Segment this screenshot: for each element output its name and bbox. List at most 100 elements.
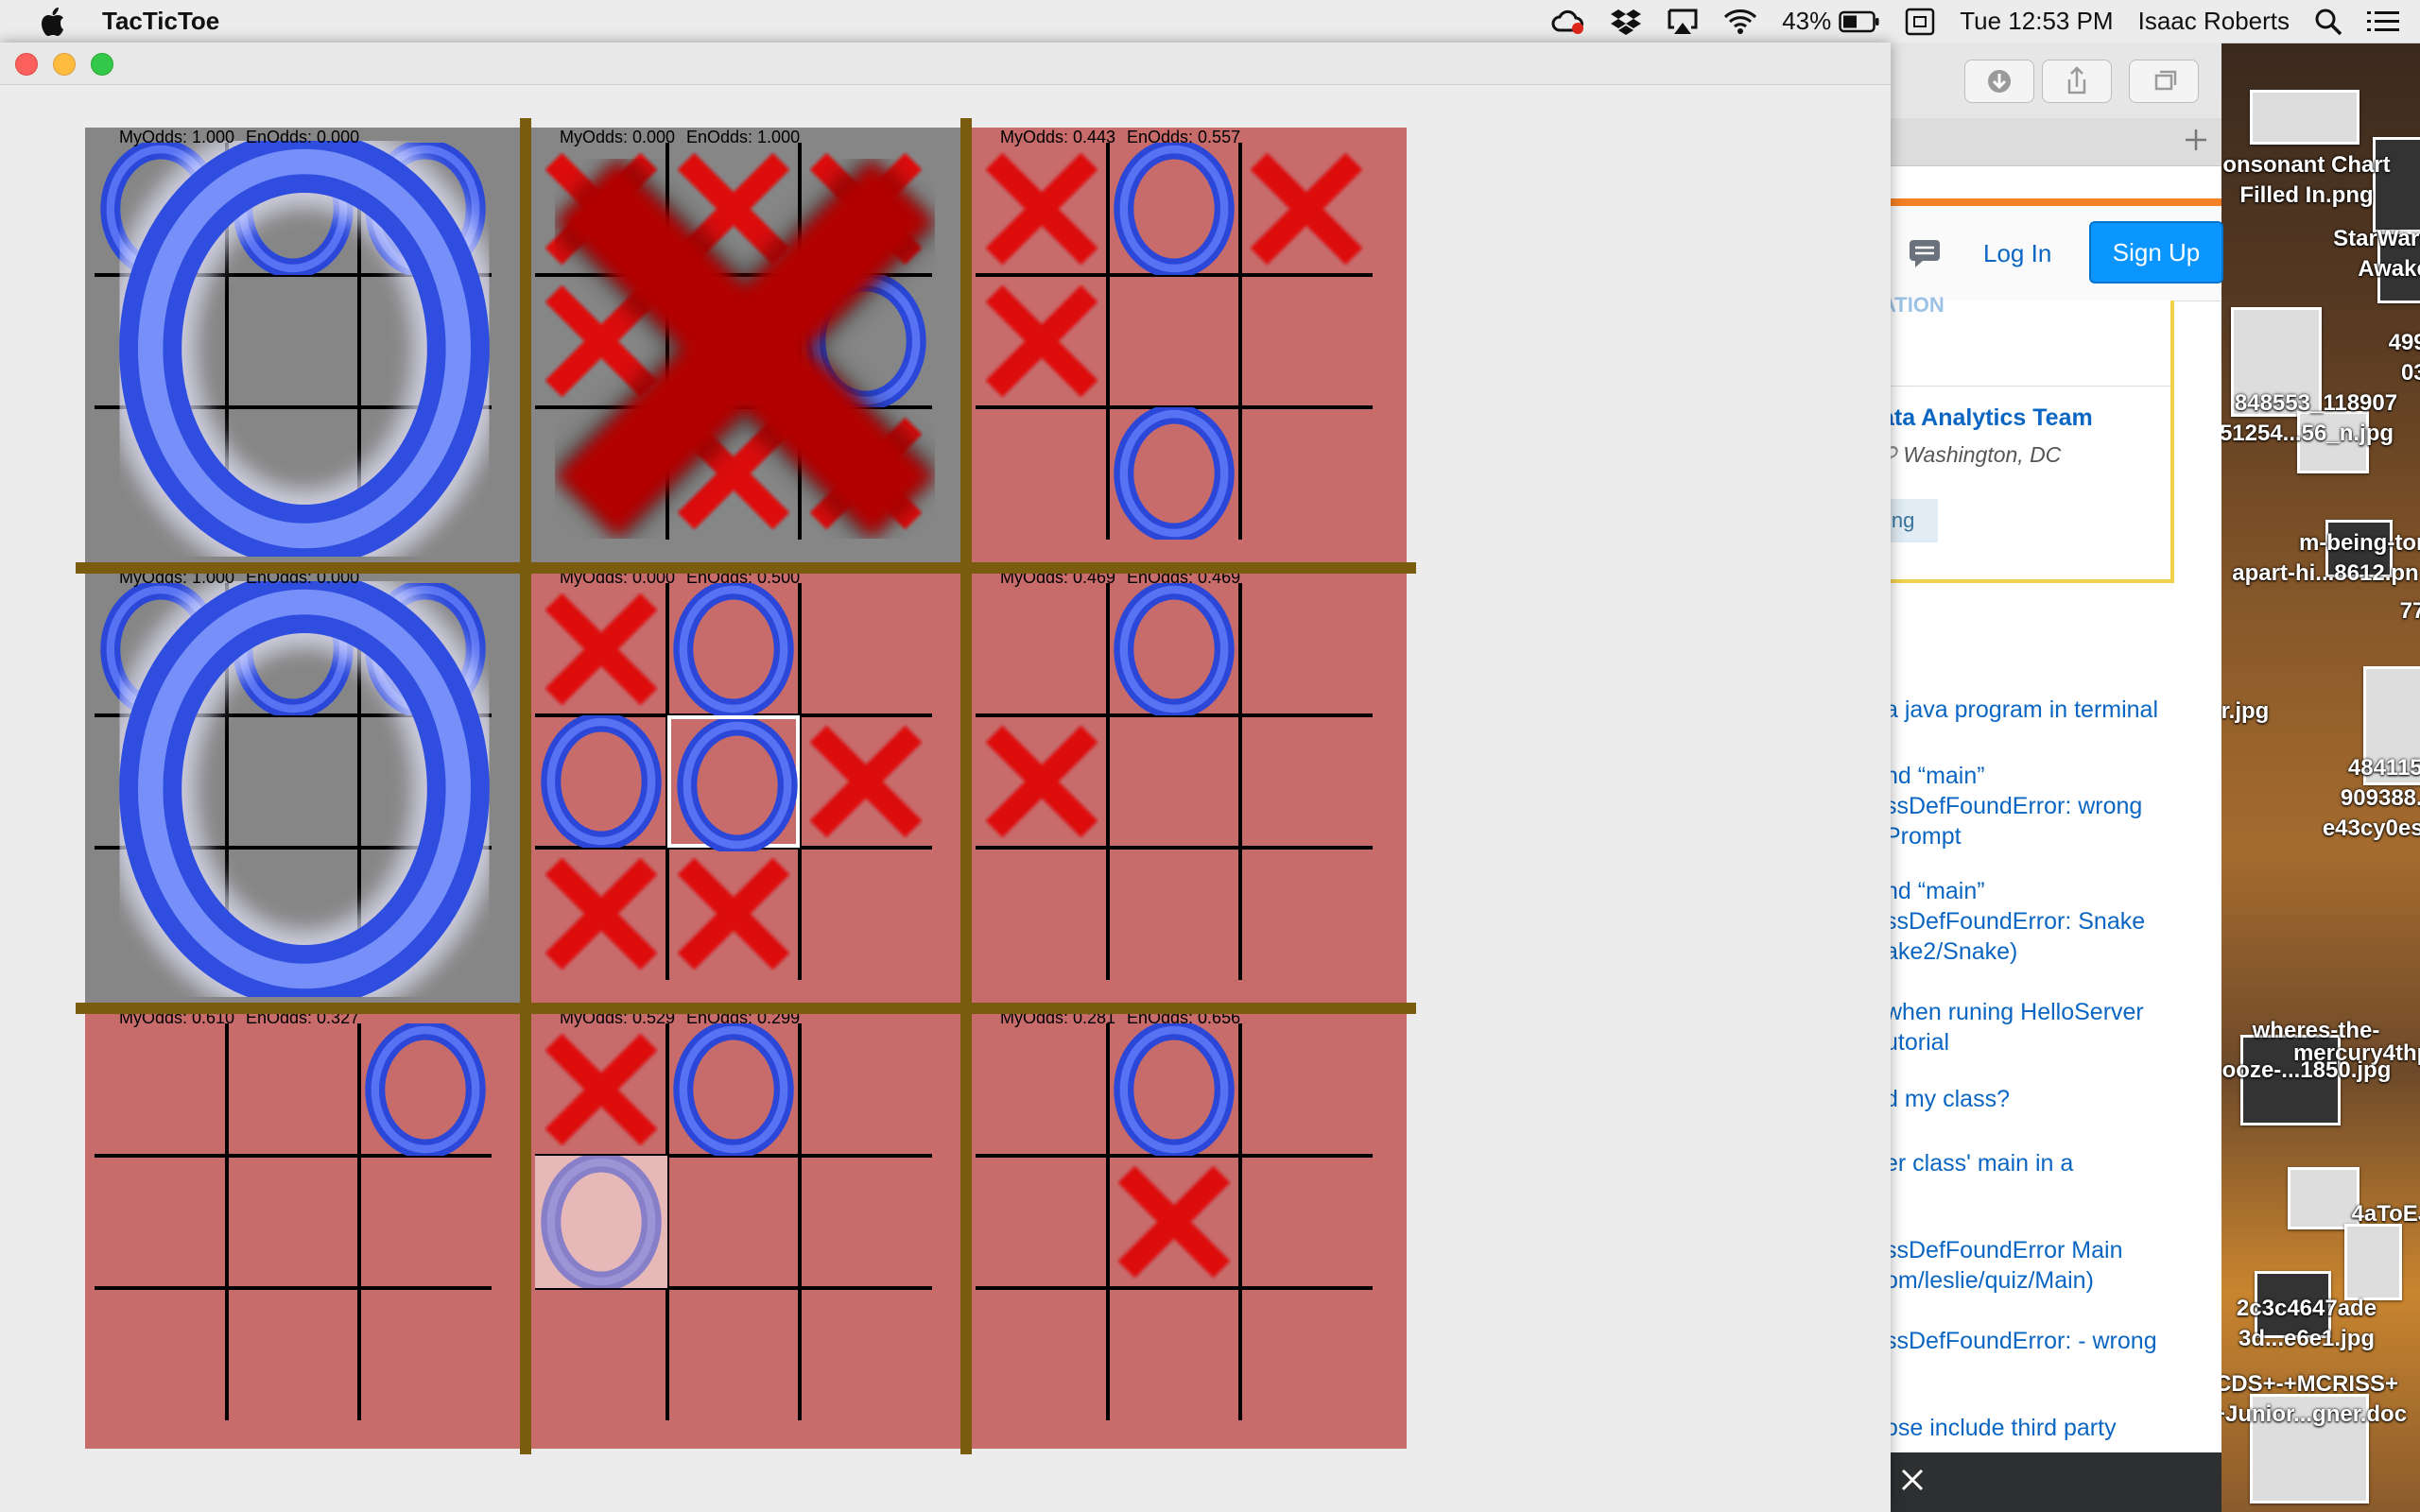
desktop-file-label[interactable]: 848553_118907 [2221, 389, 2411, 418]
desktop-file-label[interactable]: r.jpg [2212, 697, 2340, 726]
desktop-file-label[interactable]: apart-hi...8612.pn [2231, 559, 2420, 588]
airplay-icon[interactable] [1667, 8, 1699, 36]
question-link[interactable]: when runing HelloServer [1885, 997, 2144, 1027]
question-link[interactable]: ssDefFoundError Main [1885, 1235, 2122, 1265]
o-mark-cell[interactable] [667, 579, 800, 719]
empty-cell[interactable] [95, 1023, 227, 1156]
question-link[interactable]: ose include third party [1885, 1413, 2117, 1443]
desktop-file-label[interactable]: StarWarsTh [2302, 225, 2420, 253]
desktop-file-label[interactable]: 038063... [2354, 359, 2420, 387]
question-link[interactable]: er class' main in a [1885, 1148, 2073, 1178]
x-mark-cell[interactable] [1240, 143, 1373, 275]
empty-cell[interactable] [1108, 848, 1240, 980]
chat-icon[interactable] [1908, 238, 1942, 273]
question-link[interactable]: ssDefFoundError: - wrong [1885, 1326, 2157, 1356]
empty-cell[interactable] [667, 1156, 800, 1288]
hover-preview-o-cell[interactable] [535, 1152, 667, 1292]
sub-board[interactable]: MyOdds: 0.469 EnOdds: 0.469 [966, 568, 1407, 1008]
question-link[interactable]: ake2/Snake) [1885, 936, 2017, 967]
empty-cell[interactable] [1240, 407, 1373, 540]
x-mark-cell[interactable] [976, 715, 1108, 848]
question-link[interactable]: Prompt [1885, 821, 1962, 851]
question-link[interactable]: nd “main” [1885, 761, 1985, 791]
desktop-file-label[interactable]: CDS+-+MCRISS+ [2212, 1370, 2401, 1399]
job-title[interactable]: ata Analytics Team [1881, 404, 2093, 432]
o-mark-cell[interactable] [667, 1020, 800, 1160]
empty-cell[interactable] [95, 1288, 227, 1420]
desktop-file-label[interactable]: e43cy0espvjy.j [2307, 815, 2420, 843]
empty-cell[interactable] [800, 848, 932, 980]
empty-cell[interactable] [95, 1156, 227, 1288]
empty-cell[interactable] [1240, 1288, 1373, 1420]
desktop-file-label[interactable]: onsonant Chart [2212, 151, 2401, 180]
window-titlebar[interactable] [0, 43, 1891, 85]
x-mark-cell[interactable] [535, 1023, 667, 1156]
creative-cloud-icon[interactable] [1551, 8, 1585, 36]
o-mark-cell[interactable] [359, 1020, 492, 1160]
sub-board[interactable]: MyOdds: 1.000 EnOdds: 0.000 [85, 128, 526, 568]
x-mark-cell[interactable] [976, 143, 1108, 275]
x-mark-cell[interactable] [976, 275, 1108, 407]
x-mark-cell[interactable] [800, 715, 932, 848]
empty-cell[interactable] [976, 1156, 1108, 1288]
empty-cell[interactable] [800, 1288, 932, 1420]
empty-cell[interactable] [976, 583, 1108, 715]
empty-cell[interactable] [1240, 1023, 1373, 1156]
x-mark-cell[interactable] [535, 583, 667, 715]
empty-cell[interactable] [1240, 1156, 1373, 1288]
battery-icon[interactable] [1839, 10, 1880, 33]
desktop-file-label[interactable]: 51254...56_n.jpg [2212, 420, 2401, 448]
selected-o-cell[interactable] [667, 715, 800, 855]
empty-cell[interactable] [800, 583, 932, 715]
sub-board[interactable]: MyOdds: 0.529 EnOdds: 0.299 [526, 1008, 966, 1449]
o-mark-cell[interactable] [535, 712, 667, 851]
empty-cell[interactable] [667, 1288, 800, 1420]
empty-cell[interactable] [1240, 583, 1373, 715]
sub-board[interactable]: MyOdds: 0.443 EnOdds: 0.557 [966, 128, 1407, 568]
close-window-button[interactable] [15, 53, 38, 76]
x-mark-cell[interactable] [667, 848, 800, 980]
search-icon[interactable] [2314, 8, 2342, 36]
wifi-icon[interactable] [1723, 9, 1757, 35]
empty-cell[interactable] [800, 1156, 932, 1288]
empty-cell[interactable] [227, 1156, 359, 1288]
empty-cell[interactable] [359, 1288, 492, 1420]
empty-cell[interactable] [1108, 275, 1240, 407]
question-link[interactable]: utorial [1885, 1027, 1949, 1057]
list-icon[interactable] [2367, 9, 2399, 34]
empty-cell[interactable] [1240, 848, 1373, 980]
empty-cell[interactable] [535, 1288, 667, 1420]
o-mark-cell[interactable] [1108, 579, 1240, 719]
menu-clock[interactable]: Tue 12:53 PM [1960, 7, 2113, 36]
keyboard-icon[interactable] [1905, 8, 1935, 36]
desktop-file-label[interactable]: 909388...68_n.j [2325, 784, 2420, 813]
desktop-file-label[interactable]: 4aToEJ1.jp [2316, 1200, 2420, 1228]
x-mark-cell[interactable] [1108, 1156, 1240, 1288]
minimize-window-button[interactable] [53, 53, 76, 76]
question-link[interactable]: a java program in terminal [1885, 695, 2158, 725]
empty-cell[interactable] [1108, 1288, 1240, 1420]
empty-cell[interactable] [1108, 715, 1240, 848]
desktop-file-label[interactable]: 2c3c4647ade [2212, 1295, 2401, 1323]
empty-cell[interactable] [359, 1156, 492, 1288]
empty-cell[interactable] [976, 848, 1108, 980]
desktop-file-label[interactable]: Filled In.png [2212, 181, 2401, 210]
desktop-file-label[interactable]: 772.jpg [2344, 597, 2420, 626]
empty-cell[interactable] [1240, 715, 1373, 848]
sub-board[interactable]: MyOdds: 0.000 EnOdds: 1.000 [526, 128, 966, 568]
empty-cell[interactable] [1240, 275, 1373, 407]
app-menu-title[interactable]: TacTicToe [102, 7, 219, 36]
question-link[interactable]: nd “main” [1885, 876, 1985, 906]
desktop-file-label[interactable]: +Junior...gner.doc [2212, 1400, 2407, 1429]
o-mark-cell[interactable] [1108, 1020, 1240, 1160]
empty-cell[interactable] [227, 1023, 359, 1156]
empty-cell[interactable] [976, 1288, 1108, 1420]
o-mark-cell[interactable] [1108, 404, 1240, 543]
menu-user-name[interactable]: Isaac Roberts [2138, 7, 2290, 36]
empty-cell[interactable] [227, 1288, 359, 1420]
zoom-window-button[interactable] [91, 53, 113, 76]
close-icon[interactable] [1898, 1466, 1927, 1499]
o-mark-cell[interactable] [1108, 139, 1240, 279]
question-link[interactable]: om/leslie/quiz/Main) [1885, 1265, 2094, 1296]
file-thumbnail[interactable] [2344, 1224, 2402, 1300]
